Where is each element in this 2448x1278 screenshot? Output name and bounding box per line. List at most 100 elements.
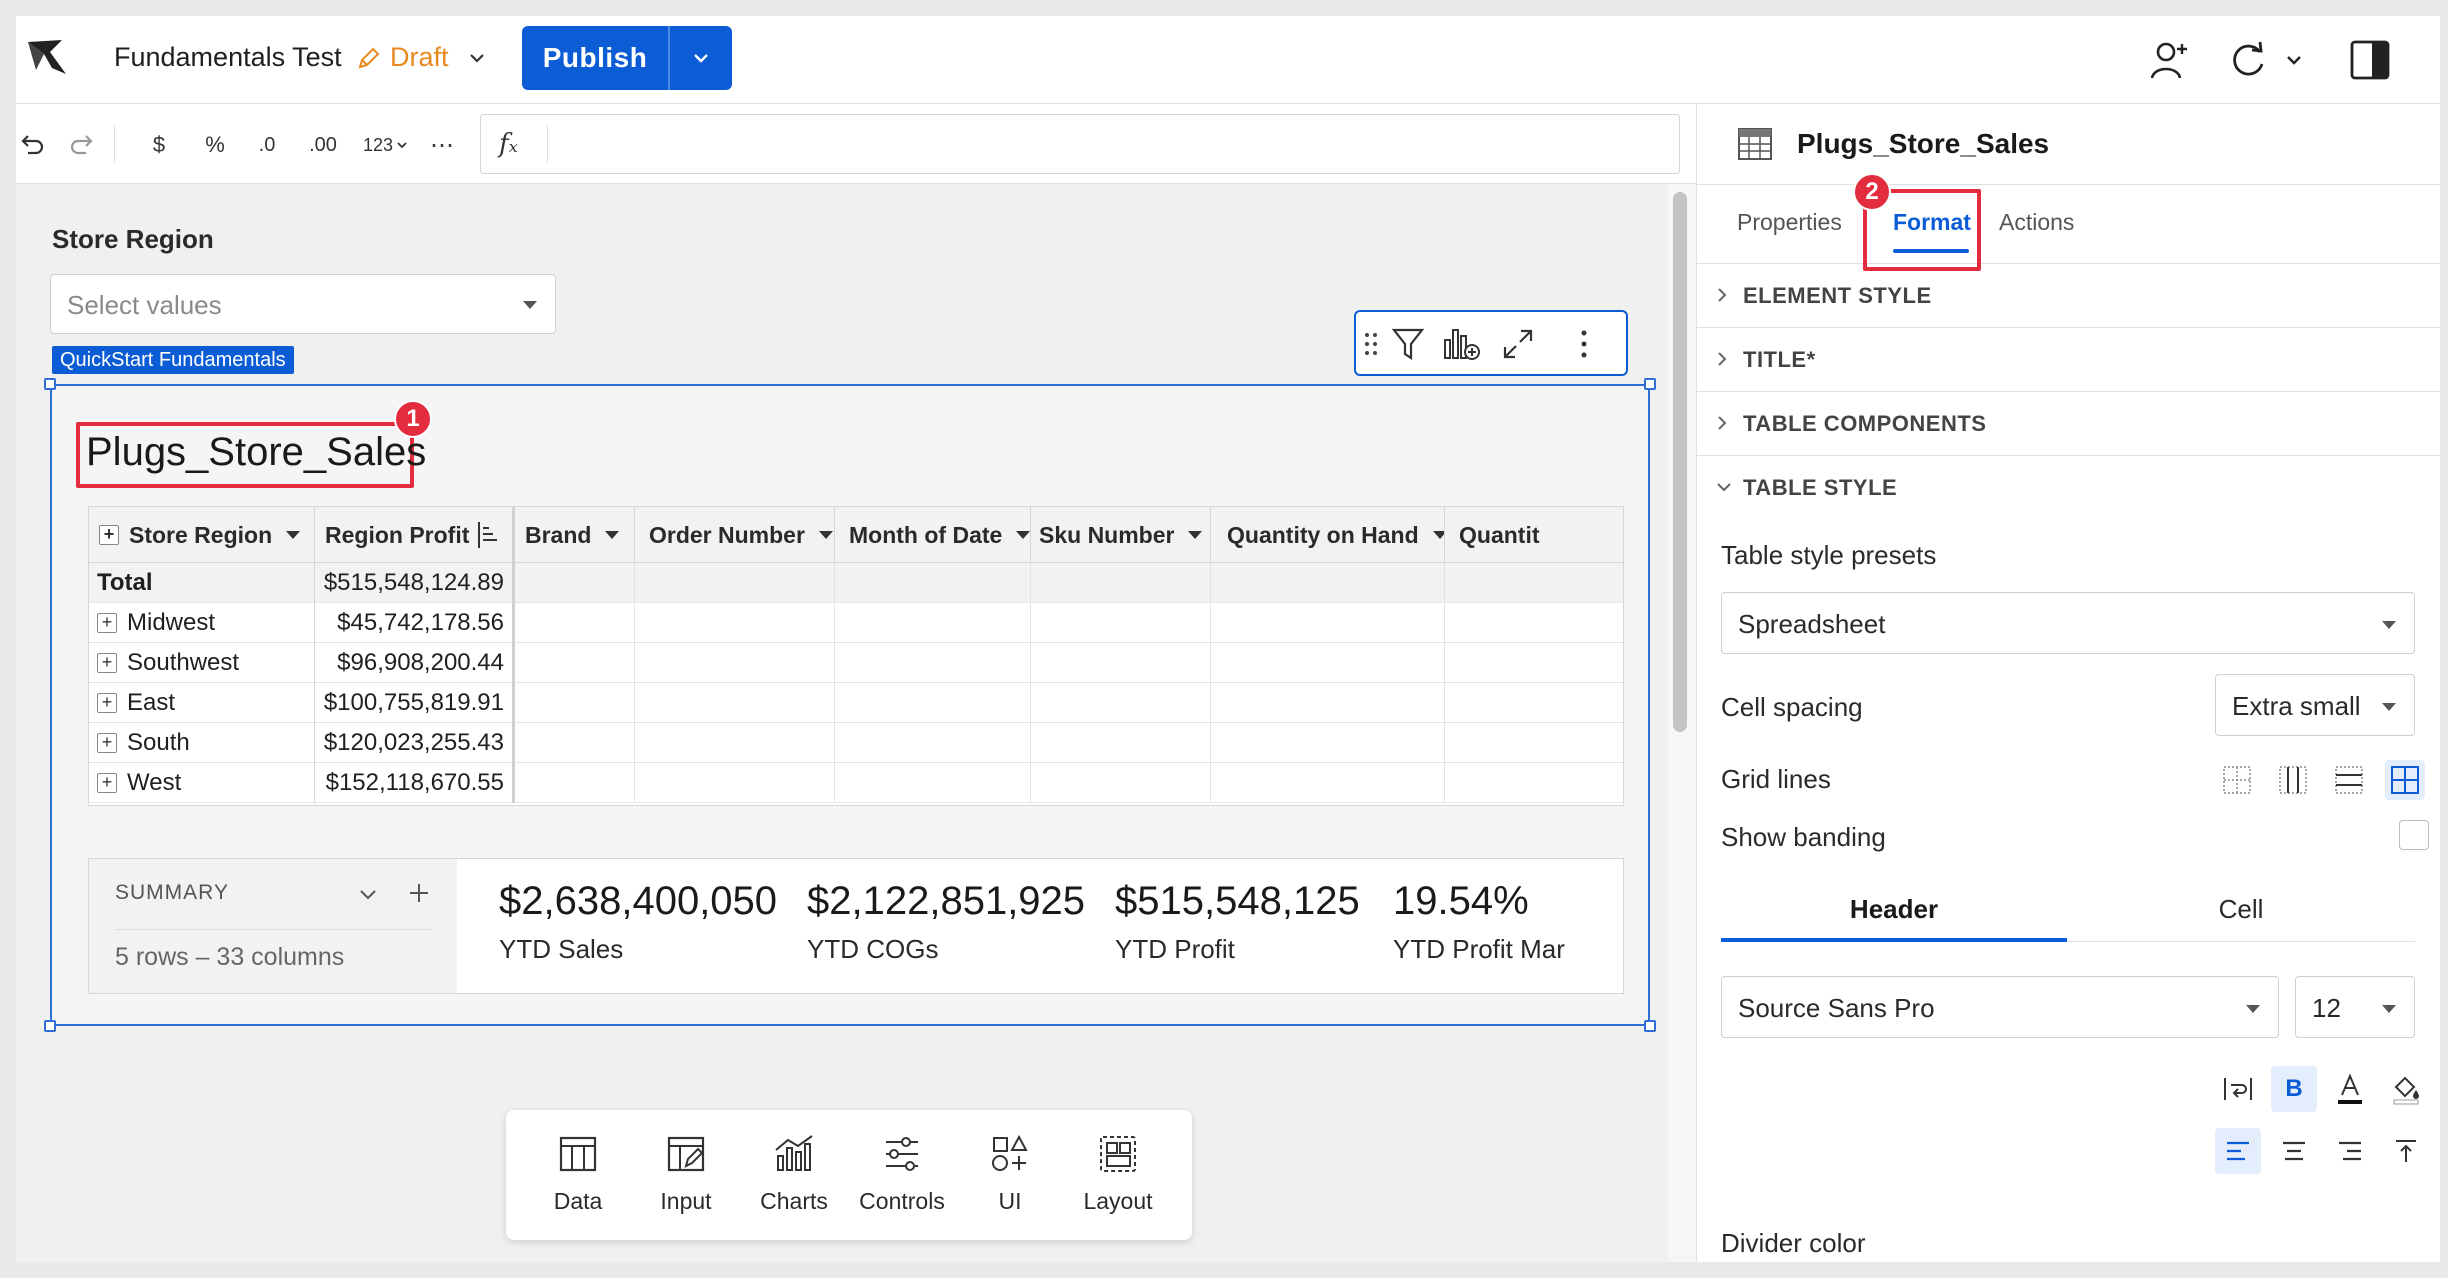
more-options-button[interactable]: ⋯ xyxy=(424,128,460,162)
currency-format-button[interactable]: $ xyxy=(144,128,174,162)
draft-status[interactable]: Draft xyxy=(356,42,487,73)
text-color-icon[interactable] xyxy=(2327,1066,2373,1112)
kpi-label: YTD Profit xyxy=(1115,934,1235,964)
tab-cell[interactable]: Cell xyxy=(2067,894,2415,942)
table-style-preset-select[interactable]: Spreadsheet xyxy=(1721,592,2415,654)
resize-handle[interactable] xyxy=(44,378,56,390)
chevron-down-icon[interactable] xyxy=(357,883,379,905)
kpi-value: $515,548,125 xyxy=(1115,879,1360,923)
add-layout-button[interactable]: Layout xyxy=(1068,1132,1168,1215)
panel-title: Plugs_Store_Sales xyxy=(1797,128,2050,159)
undo-icon[interactable] xyxy=(16,128,46,162)
canvas-scrollbar-thumb[interactable] xyxy=(1673,192,1687,732)
number-format-button[interactable]: 123 xyxy=(356,128,416,162)
table-row-total[interactable]: Total $515,548,124.89 xyxy=(89,563,1623,603)
store-region-select[interactable]: Select values xyxy=(50,274,556,334)
table-row[interactable]: + East $100,755,819.91 xyxy=(89,683,1623,723)
column-header-quantity[interactable]: Quantit xyxy=(1445,507,1623,563)
element-menu-icon[interactable] xyxy=(1564,324,1604,364)
expand-row-icon[interactable]: + xyxy=(97,773,117,793)
align-left-icon[interactable] xyxy=(2215,1128,2261,1174)
table-icon xyxy=(559,1136,597,1172)
resize-handle[interactable] xyxy=(44,1020,56,1032)
caret-down-icon[interactable] xyxy=(286,531,301,539)
increase-decimals-button[interactable]: .00 xyxy=(300,128,346,162)
table-element[interactable]: Plugs_Store_Sales 1 + Store Region Regio… xyxy=(44,378,1656,1032)
caret-down-icon[interactable] xyxy=(818,531,833,539)
column-header-sku-number[interactable]: Sku Number xyxy=(1031,507,1211,563)
caret-down-icon[interactable] xyxy=(1016,531,1030,539)
resize-handle[interactable] xyxy=(1644,378,1656,390)
expand-icon[interactable] xyxy=(1496,324,1540,364)
text-wrap-icon[interactable] xyxy=(2215,1066,2261,1112)
add-chart-icon[interactable] xyxy=(1440,324,1484,364)
empty-cell xyxy=(1031,723,1211,763)
add-user-icon[interactable] xyxy=(2146,36,2194,84)
add-charts-button[interactable]: Charts xyxy=(744,1132,844,1215)
grid-none-icon[interactable] xyxy=(2217,760,2257,800)
column-header-month-of-date[interactable]: Month of Date xyxy=(835,507,1031,563)
publish-button[interactable]: Publish xyxy=(522,26,668,90)
add-ui-button[interactable]: UI xyxy=(960,1132,1060,1215)
element-title[interactable]: Plugs_Store_Sales xyxy=(86,430,426,475)
tab-header[interactable]: Header xyxy=(1721,894,2067,942)
expand-icon[interactable]: + xyxy=(99,525,119,545)
add-summary-icon[interactable] xyxy=(407,881,431,905)
expand-row-icon[interactable]: + xyxy=(97,613,117,633)
grid-vertical-icon[interactable] xyxy=(2273,760,2313,800)
column-label: Sku Number xyxy=(1039,521,1175,548)
expand-row-icon[interactable]: + xyxy=(97,653,117,673)
font-family-select[interactable]: Source Sans Pro xyxy=(1721,976,2279,1038)
document-title[interactable]: Fundamentals Test xyxy=(114,42,342,73)
add-controls-button[interactable]: Controls xyxy=(852,1132,952,1215)
align-center-icon[interactable] xyxy=(2271,1128,2317,1174)
sort-icon[interactable] xyxy=(477,520,499,550)
column-header-order-number[interactable]: Order Number xyxy=(635,507,835,563)
fill-color-icon[interactable] xyxy=(2383,1066,2429,1112)
toggle-panel-icon[interactable] xyxy=(2346,36,2394,84)
section-table-style[interactable]: TABLE STYLE xyxy=(1697,456,2440,520)
sigma-logo-icon[interactable] xyxy=(22,30,78,86)
caret-down-icon[interactable] xyxy=(1188,531,1203,539)
publish-options-button[interactable] xyxy=(668,26,732,90)
add-input-button[interactable]: Input xyxy=(636,1132,736,1215)
font-size-select[interactable]: 12 xyxy=(2295,976,2415,1038)
grid-horizontal-icon[interactable] xyxy=(2329,760,2369,800)
table-row[interactable]: + Midwest $45,742,178.56 xyxy=(89,603,1623,643)
expand-row-icon[interactable]: + xyxy=(97,733,117,753)
column-header-region-profit[interactable]: Region Profit xyxy=(315,507,515,563)
data-source-tag[interactable]: QuickStart Fundamentals xyxy=(52,346,294,374)
formula-bar[interactable]: fₓ xyxy=(480,114,1680,174)
percent-format-button[interactable]: % xyxy=(200,128,230,162)
bold-icon[interactable]: B xyxy=(2271,1066,2317,1112)
resize-handle[interactable] xyxy=(1644,1020,1656,1032)
tab-actions[interactable]: Actions xyxy=(1999,209,2074,236)
caret-down-icon xyxy=(2382,1005,2396,1013)
refresh-options-chevron-icon[interactable] xyxy=(2278,36,2310,84)
section-element-style[interactable]: ELEMENT STYLE xyxy=(1697,264,2440,328)
align-right-icon[interactable] xyxy=(2327,1128,2373,1174)
cell-spacing-select[interactable]: Extra small xyxy=(2215,674,2415,736)
refresh-icon[interactable] xyxy=(2224,36,2272,84)
column-header-brand[interactable]: Brand xyxy=(515,507,635,563)
table-row[interactable]: + South $120,023,255.43 xyxy=(89,723,1623,763)
column-header-quantity-on-hand[interactable]: Quantity on Hand xyxy=(1211,507,1445,563)
align-top-icon[interactable] xyxy=(2383,1128,2429,1174)
filter-icon[interactable] xyxy=(1386,324,1430,364)
drag-handle-icon[interactable] xyxy=(1356,324,1386,364)
expand-row-icon[interactable]: + xyxy=(97,693,117,713)
column-header-store-region[interactable]: + Store Region xyxy=(89,507,315,563)
show-banding-checkbox[interactable] xyxy=(2399,820,2429,850)
tab-properties[interactable]: Properties xyxy=(1737,209,1842,236)
redo-icon[interactable] xyxy=(66,128,100,162)
caret-down-icon[interactable] xyxy=(605,531,620,539)
section-table-components[interactable]: TABLE COMPONENTS xyxy=(1697,392,2440,456)
add-data-button[interactable]: Data xyxy=(528,1132,628,1215)
table-row[interactable]: + West $152,118,670.55 xyxy=(89,763,1623,803)
caret-down-icon[interactable] xyxy=(1432,531,1444,539)
grid-all-icon[interactable] xyxy=(2385,760,2425,800)
decrease-decimals-button[interactable]: .0 xyxy=(244,128,290,162)
table-row[interactable]: + Southwest $96,908,200.44 xyxy=(89,643,1623,683)
align-middle-icon[interactable] xyxy=(2439,1128,2440,1174)
section-title-settings[interactable]: TITLE* xyxy=(1697,328,2440,392)
